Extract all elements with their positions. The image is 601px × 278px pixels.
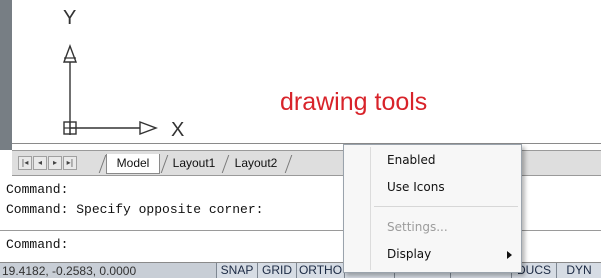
- command-history-line: Command:: [6, 182, 69, 197]
- tab-divider: [284, 155, 301, 173]
- last-tab-button[interactable]: ▸|: [63, 156, 77, 170]
- menu-item-label: Settings...: [387, 220, 448, 234]
- snap-toggle[interactable]: SNAP: [216, 263, 258, 278]
- command-history-line: Command: Specify opposite corner:: [6, 202, 264, 217]
- first-tab-button[interactable]: |◂: [18, 156, 32, 170]
- menu-separator: [374, 206, 518, 207]
- menu-item-label: Display: [387, 247, 432, 261]
- menu-item-enabled[interactable]: Enabled: [345, 149, 520, 171]
- drawing-tools-annotation: drawing tools: [280, 88, 428, 116]
- drawing-area[interactable]: Y X drawing tools: [0, 0, 601, 150]
- command-input[interactable]: Command:: [6, 238, 68, 251]
- submenu-arrow-icon: [507, 251, 512, 259]
- grid-toggle[interactable]: GRID: [258, 263, 297, 278]
- ortho-toggle[interactable]: ORTHO: [297, 263, 345, 278]
- coordinate-readout: 19.4182, -0.2583, 0.0000: [2, 264, 137, 278]
- tab-model[interactable]: Model: [106, 154, 160, 174]
- next-tab-button[interactable]: ▸: [48, 156, 62, 170]
- menu-item-label: Use Icons: [387, 180, 445, 194]
- menu-item-label: Enabled: [387, 153, 436, 167]
- previous-tab-button[interactable]: ◂: [33, 156, 47, 170]
- tab-layout1[interactable]: Layout1: [164, 154, 224, 174]
- ucs-x-label: X: [171, 119, 185, 141]
- ucs-y-label: Y: [63, 7, 77, 29]
- menu-item-display[interactable]: Display: [345, 243, 520, 265]
- menu-item-settings: Settings...: [345, 216, 520, 238]
- status-bar-context-menu: Enabled Use Icons Settings... Display: [343, 144, 522, 273]
- menu-item-use-icons[interactable]: Use Icons: [345, 176, 520, 198]
- dyn-toggle[interactable]: DYN: [557, 263, 601, 278]
- window-frame: [0, 0, 12, 150]
- tab-layout2[interactable]: Layout2: [226, 154, 286, 174]
